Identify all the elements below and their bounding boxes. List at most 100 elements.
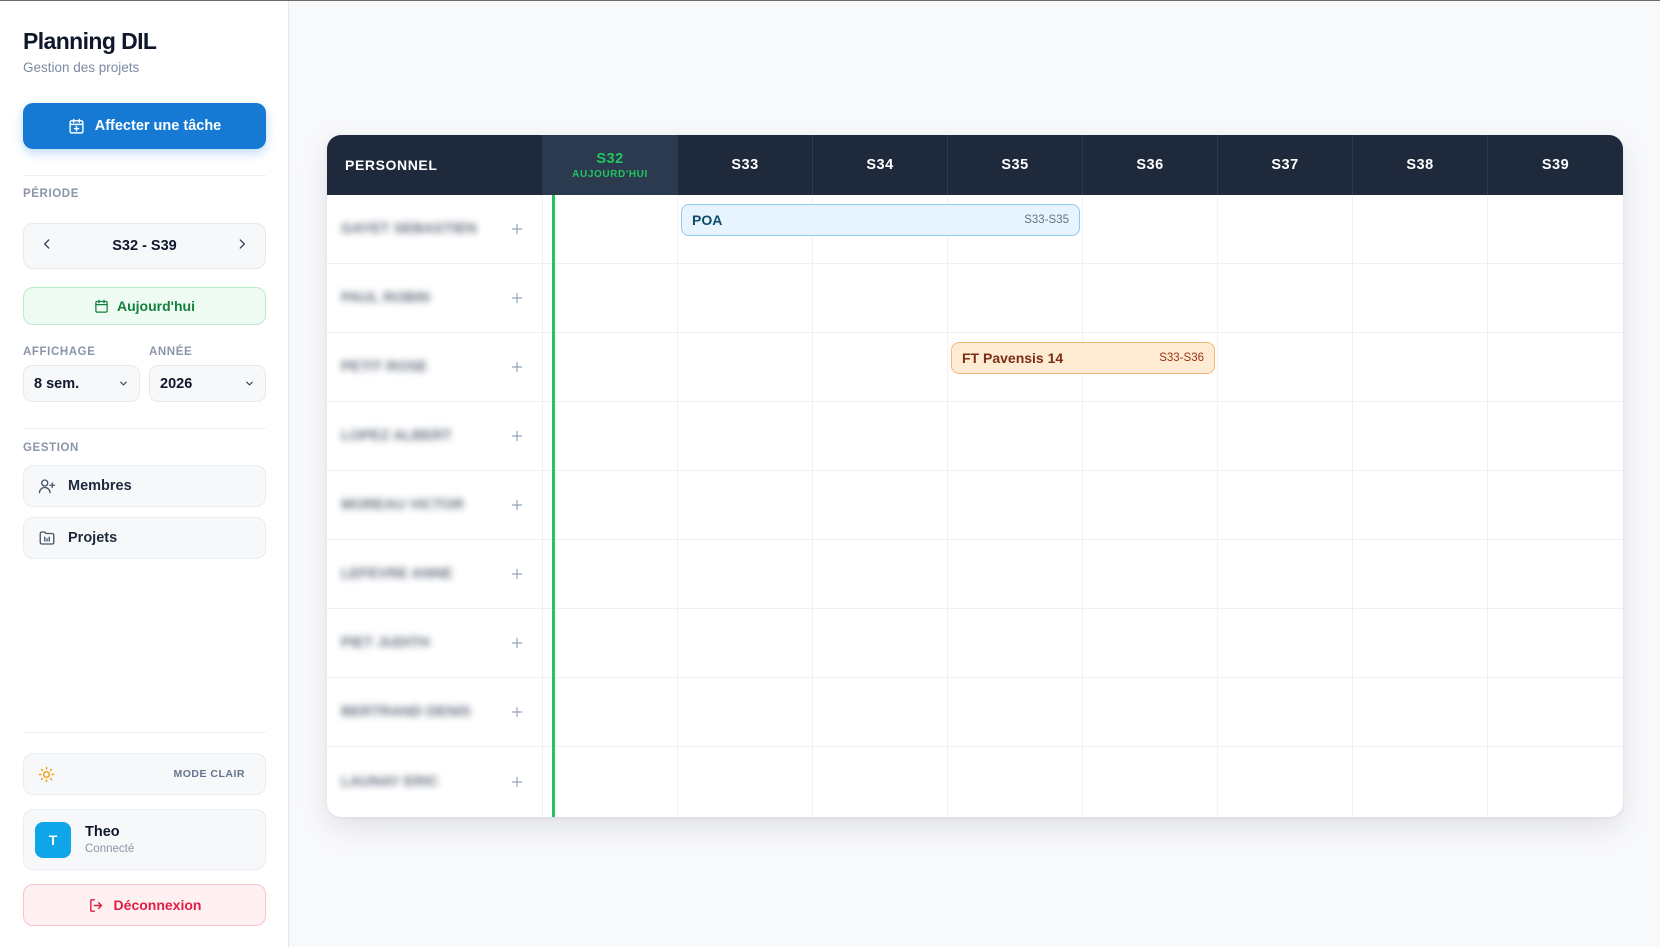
week-cell[interactable]	[1488, 678, 1623, 746]
week-cell[interactable]	[1218, 264, 1353, 332]
app-subtitle: Gestion des projets	[23, 60, 140, 75]
year-select[interactable]: 2026	[149, 365, 266, 402]
week-cell[interactable]	[813, 609, 948, 677]
week-cell[interactable]	[1353, 678, 1488, 746]
week-cell[interactable]	[543, 264, 678, 332]
plus-icon[interactable]	[510, 360, 524, 374]
week-cell[interactable]	[948, 609, 1083, 677]
week-cell[interactable]	[543, 678, 678, 746]
table-row: LAUNAY ERIC	[327, 747, 1623, 816]
plus-icon[interactable]	[510, 636, 524, 650]
plus-icon[interactable]	[510, 222, 524, 236]
week-cell[interactable]	[1083, 471, 1218, 539]
week-cell[interactable]	[543, 747, 678, 816]
week-cell[interactable]	[1218, 195, 1353, 263]
week-cell[interactable]	[1353, 540, 1488, 608]
week-cell[interactable]	[678, 402, 813, 470]
week-cell[interactable]	[813, 471, 948, 539]
week-cell[interactable]	[1218, 540, 1353, 608]
week-cell[interactable]	[1083, 747, 1218, 816]
week-cell[interactable]	[678, 747, 813, 816]
display-select[interactable]: 8 sem.	[23, 365, 140, 402]
week-cell[interactable]	[1218, 402, 1353, 470]
week-cell[interactable]	[1083, 402, 1218, 470]
nav-members[interactable]: Membres	[23, 465, 266, 507]
week-cell[interactable]	[948, 747, 1083, 816]
week-cell[interactable]	[1488, 264, 1623, 332]
week-cell[interactable]	[1083, 609, 1218, 677]
week-cell[interactable]	[1218, 333, 1353, 401]
logout-button[interactable]: Déconnexion	[23, 884, 266, 926]
week-cell[interactable]	[543, 609, 678, 677]
week-cell[interactable]	[1353, 402, 1488, 470]
task-range: S33-S36	[1159, 352, 1204, 364]
person-name: GAYET SEBASTIEN	[341, 221, 477, 237]
week-cell[interactable]	[1488, 402, 1623, 470]
week-cell[interactable]	[1083, 678, 1218, 746]
week-cell[interactable]	[1083, 264, 1218, 332]
week-cell[interactable]	[1488, 609, 1623, 677]
week-cell[interactable]	[678, 609, 813, 677]
week-cell[interactable]	[1488, 471, 1623, 539]
person-cell: MOREAU VICTOR	[327, 471, 543, 539]
week-cell[interactable]	[1353, 264, 1488, 332]
nav-projects[interactable]: Projets	[23, 517, 266, 559]
week-cell[interactable]	[1488, 333, 1623, 401]
week-cell[interactable]	[543, 540, 678, 608]
week-cell[interactable]	[948, 264, 1083, 332]
theme-toggle[interactable]: MODE CLAIR	[23, 753, 266, 795]
plus-icon[interactable]	[510, 498, 524, 512]
divider	[23, 732, 266, 733]
week-cell[interactable]	[948, 540, 1083, 608]
chevron-left-icon[interactable]	[38, 237, 56, 256]
chevron-right-icon[interactable]	[233, 237, 251, 256]
plus-icon[interactable]	[510, 291, 524, 305]
assign-task-button[interactable]: Affecter une tâche	[23, 103, 266, 149]
plus-icon[interactable]	[510, 705, 524, 719]
week-cell[interactable]	[1488, 747, 1623, 816]
week-cell[interactable]	[543, 195, 678, 263]
task-bar[interactable]: POA S33-S35	[681, 204, 1080, 236]
week-cell[interactable]	[813, 747, 948, 816]
week-cell[interactable]	[678, 264, 813, 332]
task-bar[interactable]: FT Pavensis 14 S33-S36	[951, 342, 1215, 374]
plus-icon[interactable]	[510, 429, 524, 443]
week-cell[interactable]	[543, 333, 678, 401]
week-cell[interactable]	[543, 402, 678, 470]
week-label: S34	[866, 157, 894, 173]
mode-label: MODE CLAIR	[173, 768, 245, 780]
week-cell[interactable]	[948, 471, 1083, 539]
week-cell[interactable]	[1218, 678, 1353, 746]
week-cell[interactable]	[1353, 747, 1488, 816]
chevron-down-icon	[244, 378, 255, 389]
week-cell[interactable]	[678, 540, 813, 608]
plus-icon[interactable]	[510, 775, 524, 789]
week-cell[interactable]	[1353, 195, 1488, 263]
week-cell[interactable]	[1488, 195, 1623, 263]
plus-icon[interactable]	[510, 567, 524, 581]
week-cell[interactable]	[678, 333, 813, 401]
week-cell[interactable]	[1083, 540, 1218, 608]
week-cell[interactable]	[1353, 471, 1488, 539]
week-cell[interactable]	[948, 402, 1083, 470]
week-cell[interactable]	[1218, 747, 1353, 816]
week-cell[interactable]	[678, 471, 813, 539]
week-cell[interactable]	[1083, 195, 1218, 263]
table-row: LOPEZ ALBERT	[327, 402, 1623, 471]
week-cell[interactable]	[543, 471, 678, 539]
person-cell: BERTRAND DENIS	[327, 678, 543, 746]
week-cell[interactable]	[1218, 471, 1353, 539]
week-cell[interactable]	[678, 678, 813, 746]
week-cell[interactable]	[813, 264, 948, 332]
week-cell[interactable]	[813, 678, 948, 746]
week-cell[interactable]	[813, 402, 948, 470]
week-cell[interactable]	[1353, 333, 1488, 401]
week-cell[interactable]	[813, 540, 948, 608]
user-name: Theo	[85, 824, 120, 840]
week-cell[interactable]	[813, 333, 948, 401]
week-cell[interactable]	[1218, 609, 1353, 677]
week-cell[interactable]	[1353, 609, 1488, 677]
today-button[interactable]: Aujourd'hui	[23, 287, 266, 325]
week-cell[interactable]	[1488, 540, 1623, 608]
week-cell[interactable]	[948, 678, 1083, 746]
